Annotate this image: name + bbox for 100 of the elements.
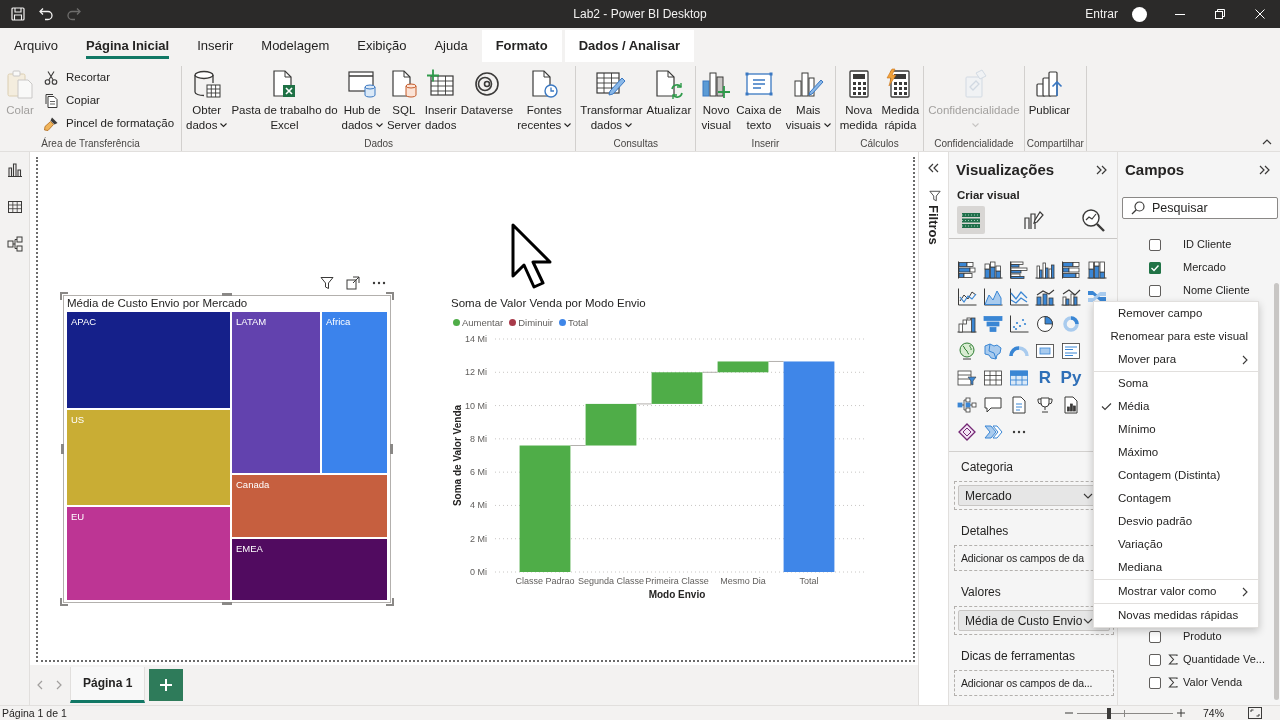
waterfall-bar[interactable] [651, 372, 703, 405]
python-visual-item[interactable]: Py [1060, 368, 1082, 387]
treemap-tile[interactable]: EMEA [232, 539, 387, 601]
resize-handle[interactable] [390, 444, 393, 454]
field-name[interactable]: Quantidade Ve... [1183, 652, 1265, 667]
slider-thumb[interactable] [1106, 707, 1111, 719]
document-lines-icon[interactable] [1009, 395, 1029, 414]
text-box-button[interactable]: Caixa de texto [734, 66, 784, 133]
more-options-icon[interactable] [372, 281, 386, 285]
format-painter-button[interactable]: Pincel de formatação [38, 112, 180, 135]
document-bars-icon[interactable] [1061, 395, 1081, 414]
sign-in-link[interactable]: Entrar [1085, 6, 1118, 22]
full-stacked-column-chart-icon[interactable] [1087, 260, 1107, 279]
menu-item[interactable]: Desvio padrão [1094, 510, 1258, 533]
donut-chart-icon[interactable] [1061, 314, 1081, 333]
page-tab[interactable]: Página 1 [70, 667, 146, 703]
dataverse-button[interactable]: Dataverse [458, 66, 516, 118]
menu-tab[interactable]: Página Inicial [72, 30, 184, 62]
area-chart-icon[interactable] [983, 287, 1003, 306]
treemap-tile[interactable]: EU [67, 507, 230, 601]
speech-bubble-icon[interactable] [983, 395, 1003, 414]
menu-item[interactable]: Máximo [1094, 441, 1258, 464]
double-chevron-icon[interactable] [1096, 165, 1107, 175]
recent-sources-button[interactable]: Fontes recentes [515, 66, 574, 133]
get-data-button[interactable]: Obter dados [184, 66, 230, 133]
refresh-button[interactable]: Atualizar [644, 66, 694, 118]
enter-data-button[interactable]: Inserir dados [422, 66, 459, 133]
build-visual-icon[interactable] [957, 206, 985, 235]
double-chevron-icon[interactable] [1259, 165, 1270, 175]
menu-item[interactable]: Renomear para este visual [1094, 325, 1258, 348]
zoom-out-icon[interactable] [1065, 709, 1073, 717]
fit-page-icon[interactable] [1248, 707, 1262, 719]
menu-tab[interactable]: Exibição [343, 30, 421, 62]
undo-icon[interactable] [38, 6, 54, 22]
resize-handle[interactable] [222, 293, 232, 296]
visual-frame[interactable]: Média de Custo Envio por Mercado APAC US EU LATAM Africa Canada EMEA [63, 295, 391, 603]
filled-map-icon[interactable] [983, 341, 1003, 360]
field-name[interactable]: ID Cliente [1183, 237, 1232, 252]
matrix-icon[interactable] [1009, 368, 1029, 387]
copy-button[interactable]: Copiar [38, 89, 180, 112]
line-column-chart-icon[interactable] [1035, 287, 1055, 306]
stacked-bar-chart-icon[interactable] [957, 260, 977, 279]
waterfall-chart-icon[interactable] [957, 314, 977, 333]
avatar-icon[interactable] [1132, 6, 1147, 22]
resize-handle[interactable] [222, 602, 232, 605]
clustered-bar-chart-icon[interactable] [1009, 260, 1029, 279]
stacked-area-chart-icon[interactable] [1009, 287, 1029, 306]
new-measure-button[interactable]: Nova medida [837, 66, 880, 133]
menu-tab[interactable]: Ajuda [420, 30, 482, 62]
excel-workbook-button[interactable]: Pasta de trabalho do Excel [229, 66, 340, 133]
transform-data-button[interactable]: Transformar dados [578, 66, 645, 133]
menu-item[interactable]: Mínimo [1094, 418, 1258, 441]
r-visual-item[interactable]: R [1038, 368, 1052, 387]
card-icon[interactable] [1035, 341, 1055, 360]
resize-handle[interactable] [386, 598, 394, 606]
report-view-icon[interactable] [6, 162, 23, 178]
resize-handle[interactable] [60, 598, 68, 606]
table-icon[interactable] [983, 368, 1003, 387]
menu-tab[interactable]: Inserir [183, 30, 248, 62]
field-name[interactable]: Produto [1183, 629, 1222, 644]
menu-tab[interactable]: Arquivo [0, 30, 73, 62]
line-clustered-column-chart-icon[interactable] [1061, 287, 1081, 306]
save-icon[interactable] [10, 6, 26, 22]
menu-item[interactable]: Remover campo [1094, 302, 1258, 325]
add-page-button[interactable] [149, 669, 184, 701]
menu-item[interactable]: Mover para [1094, 348, 1258, 371]
full-stacked-bar-chart-icon[interactable] [1061, 260, 1081, 279]
filter-icon[interactable] [320, 276, 334, 290]
clustered-column-chart-icon[interactable] [1035, 260, 1055, 279]
focus-mode-icon[interactable] [346, 276, 360, 290]
menu-item[interactable]: Soma [1094, 372, 1258, 395]
resize-handle[interactable] [61, 444, 64, 454]
menu-tab[interactable]: Modelagem [247, 30, 344, 62]
zoom-in-icon[interactable] [1177, 709, 1185, 717]
table-view-icon[interactable] [6, 199, 23, 215]
stacked-column-chart-icon[interactable] [983, 260, 1003, 279]
menu-tab[interactable]: Dados / Analisar [564, 30, 694, 62]
quick-measure-button[interactable]: Medida rápida [879, 66, 922, 133]
checkbox[interactable] [1149, 630, 1161, 643]
data-hub-button[interactable]: Hub de dados [339, 66, 385, 133]
scrollbar[interactable] [1274, 283, 1279, 700]
menu-tab[interactable]: Formato [481, 30, 562, 62]
field-name[interactable]: Nome Cliente [1183, 283, 1250, 298]
checkbox[interactable] [1149, 238, 1161, 251]
scatter-chart-icon[interactable] [1009, 314, 1029, 333]
new-visual-button[interactable]: Novo visual [698, 66, 735, 133]
checkbox[interactable] [1149, 676, 1161, 689]
menu-item[interactable]: Média [1094, 395, 1258, 418]
line-chart-icon[interactable] [957, 287, 977, 306]
multi-row-card-icon[interactable] [1061, 341, 1081, 360]
checkbox[interactable] [1149, 653, 1161, 666]
cut-button[interactable]: Recortar [38, 66, 180, 89]
treemap-tile[interactable]: APAC [67, 312, 230, 409]
search-field[interactable]: Pesquisar [1122, 197, 1278, 219]
collapse-ribbon-icon[interactable] [1262, 139, 1272, 145]
resize-handle[interactable] [386, 292, 394, 300]
chevrons-icon[interactable] [983, 422, 1003, 441]
treemap-tile[interactable]: Canada [232, 475, 387, 538]
double-chevron-icon[interactable] [928, 163, 939, 173]
field-name[interactable]: Valor Venda [1183, 675, 1243, 690]
